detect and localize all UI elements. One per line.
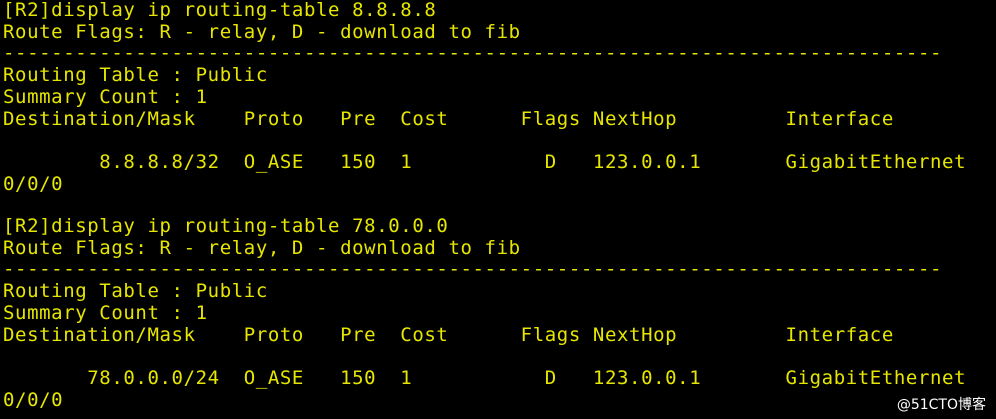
separator-line: ----------------------------------------… — [3, 258, 943, 281]
table-header: Destination/Mask Proto Pre Cost Flags Ne… — [3, 323, 894, 346]
routing-table-label: Routing Table : Public — [3, 64, 268, 87]
command-line-2: [R2]display ip routing-table 78.0.0.0 — [3, 215, 449, 237]
route-entry-wrap: 0/0/0 — [3, 172, 64, 195]
watermark-label: @51CTO博客 — [896, 397, 986, 413]
summary-count: Summary Count : 1 — [3, 85, 208, 108]
route-entry: 78.0.0.0/24 O_ASE 150 1 D 123.0.0.1 Giga… — [3, 366, 967, 389]
route-entry: 8.8.8.8/32 O_ASE 150 1 D 123.0.0.1 Gigab… — [3, 150, 967, 173]
route-entry-wrap: 0/0/0 — [3, 388, 64, 411]
command-line-1: [R2]display ip routing-table 8.8.8.8 — [3, 0, 437, 21]
routing-table-label: Routing Table : Public — [3, 280, 268, 303]
table-header: Destination/Mask Proto Pre Cost Flags Ne… — [3, 107, 894, 130]
summary-count: Summary Count : 1 — [3, 301, 208, 324]
route-flags-legend: Route Flags: R - relay, D - download to … — [3, 236, 521, 259]
separator-line: ----------------------------------------… — [3, 42, 943, 65]
route-flags-legend: Route Flags: R - relay, D - download to … — [3, 20, 521, 43]
terminal-window[interactable]: [R2]display ip routing-table 8.8.8.8 Rou… — [0, 0, 996, 419]
